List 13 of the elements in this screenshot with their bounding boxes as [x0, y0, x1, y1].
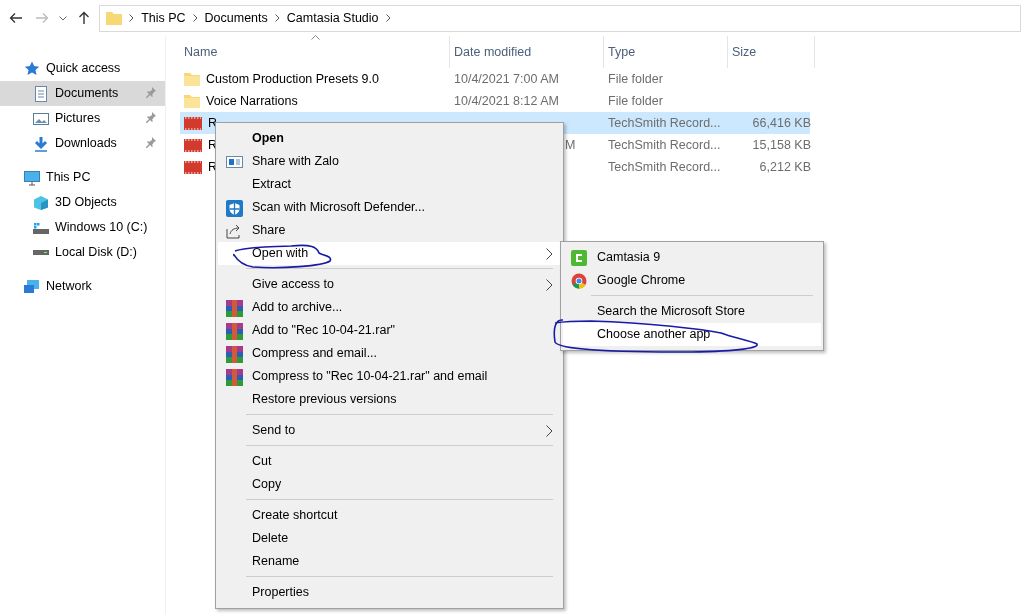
table-cell-text: TechSmith Record...	[607, 158, 722, 176]
table-cell-text: TechSmith Record...	[607, 136, 722, 154]
table-cell-text: TechSmith Record...	[607, 114, 722, 132]
table-cell-text: Voice Narrations	[206, 92, 298, 110]
table-cell-text: File folder	[607, 92, 664, 110]
table-cell-text: File folder	[607, 70, 664, 88]
table-cell: 10/4/2021 7:00 AM	[454, 71, 559, 86]
table-cell-text: 66,416 KB	[751, 114, 812, 132]
table-cell-text: 6,212 KB	[758, 158, 812, 176]
table-cell: M	[565, 137, 576, 152]
table-cell: 10/4/2021 8:12 AM	[454, 93, 559, 108]
table-cell-text: 15,158 KB	[751, 136, 812, 154]
table-cell-text: Custom Production Presets 9.0	[206, 70, 379, 88]
